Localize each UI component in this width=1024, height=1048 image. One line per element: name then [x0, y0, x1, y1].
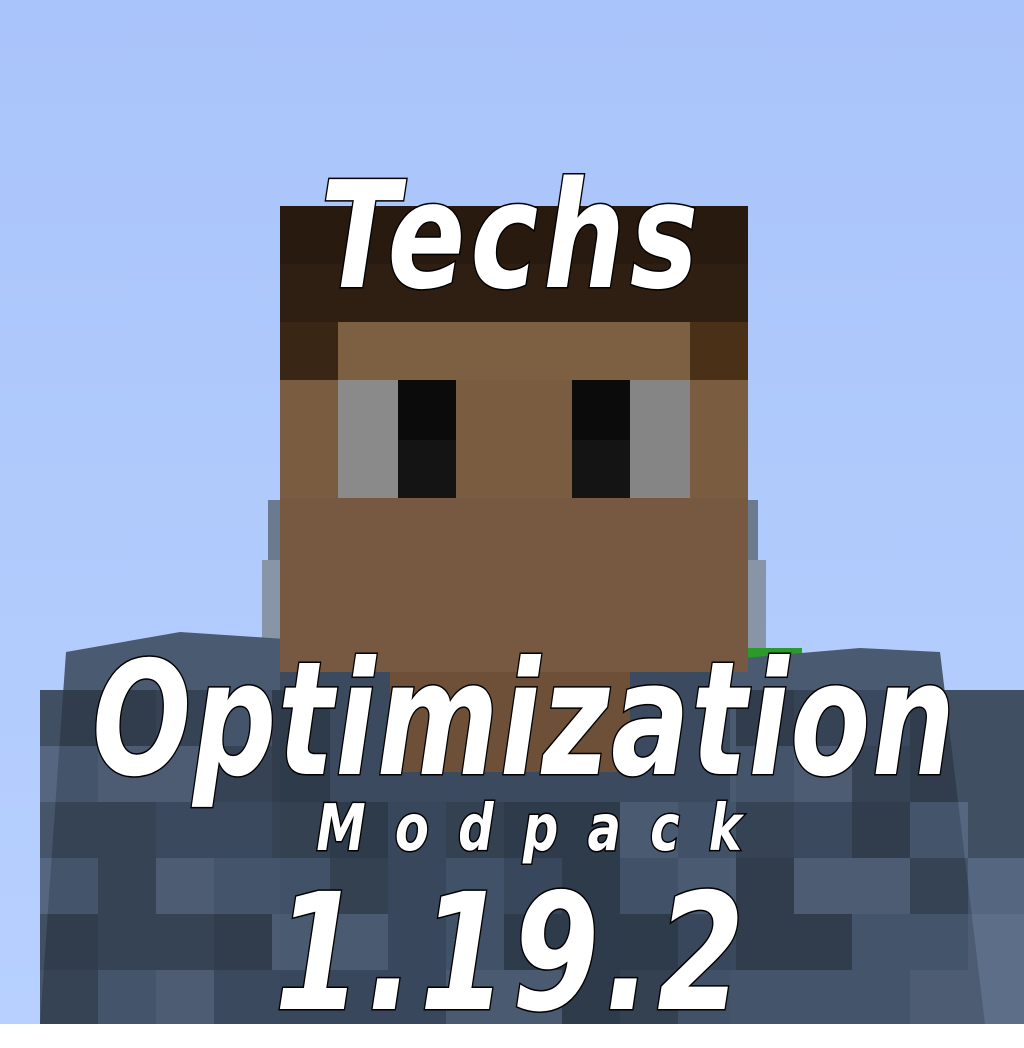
left-eye-white: [338, 380, 398, 498]
title-techs: Techs: [319, 149, 704, 324]
version-label: 1.19.2: [273, 859, 750, 1048]
title-optimization: Optimization: [91, 627, 957, 814]
right-eye-white: [630, 380, 690, 498]
subtitle-modpack: Modpack: [315, 791, 771, 868]
